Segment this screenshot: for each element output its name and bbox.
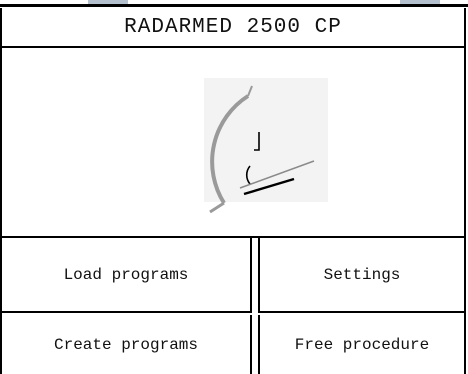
- top-strip: [0, 0, 468, 8]
- top-border: [0, 4, 468, 7]
- settings-button[interactable]: Settings: [258, 238, 464, 313]
- top-indicator-left: [88, 0, 128, 4]
- page-title: RADARMED 2500 CP: [2, 8, 464, 48]
- free-procedure-label: Free procedure: [294, 335, 430, 354]
- logo-area: [2, 48, 464, 236]
- create-programs-label: Create programs: [53, 335, 199, 354]
- main-menu-grid: Load programs Settings Create programs F…: [2, 236, 464, 374]
- load-programs-button[interactable]: Load programs: [2, 238, 252, 313]
- top-indicator-right: [400, 0, 440, 4]
- create-programs-button[interactable]: Create programs: [2, 315, 252, 374]
- settings-label: Settings: [323, 265, 401, 284]
- device-screen: RADARMED 2500 CP Load programs Settings …: [0, 8, 466, 374]
- load-programs-label: Load programs: [63, 265, 189, 284]
- free-procedure-button[interactable]: Free procedure: [258, 315, 464, 374]
- radar-device-logo-icon: [209, 85, 315, 214]
